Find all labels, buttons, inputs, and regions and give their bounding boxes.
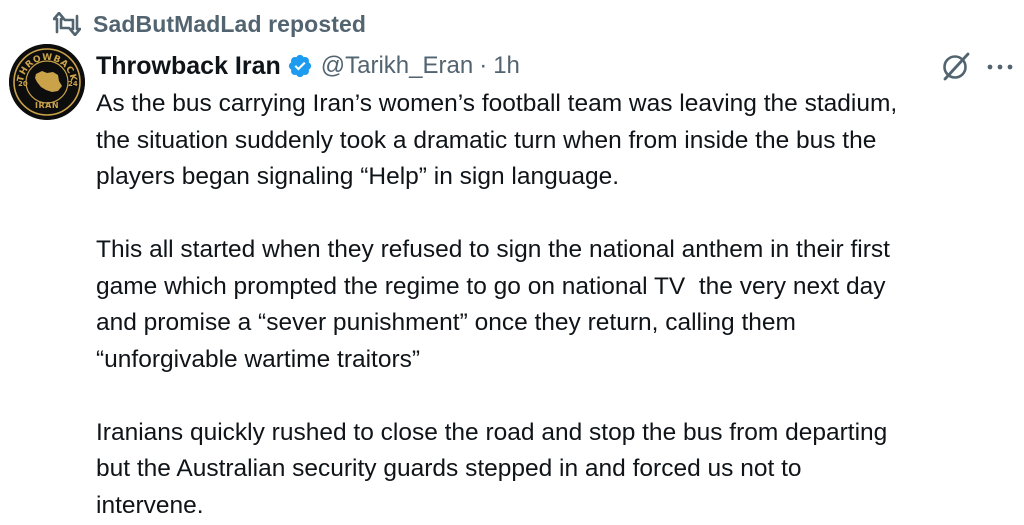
author-handle[interactable]: @Tarikh_Eran xyxy=(321,52,473,80)
tweet-paragraph: This all started when they refused to si… xyxy=(96,236,890,373)
repost-indicator[interactable]: SadButMadLad reposted xyxy=(53,9,366,39)
tweet-header: Throwback Iran @Tarikh_Eran · 1h xyxy=(96,48,520,84)
tweet-paragraph: As the bus carrying Iran’s women’s footb… xyxy=(96,90,898,190)
tweet-paragraph: Iranians quickly rushed to close the roa… xyxy=(96,418,888,519)
tweet-timestamp[interactable]: 1h xyxy=(493,52,520,80)
tweet-body: As the bus carrying Iran’s women’s footb… xyxy=(96,86,1016,524)
logo-text-right: 24 xyxy=(68,80,78,88)
grok-icon[interactable] xyxy=(940,50,972,82)
author-display-name[interactable]: Throwback Iran xyxy=(96,52,281,81)
header-separator: · xyxy=(479,52,488,79)
verified-badge-icon[interactable] xyxy=(287,53,313,79)
throwback-iran-logo: THROWBACK 20 24 IRAN xyxy=(9,44,85,120)
logo-text-left: 20 xyxy=(18,80,28,88)
repost-icon xyxy=(53,12,81,36)
logo-text-bottom: IRAN xyxy=(35,101,59,110)
more-icon[interactable] xyxy=(986,62,1014,72)
repost-label: SadButMadLad reposted xyxy=(93,10,367,37)
avatar[interactable]: THROWBACK 20 24 IRAN xyxy=(9,44,85,120)
